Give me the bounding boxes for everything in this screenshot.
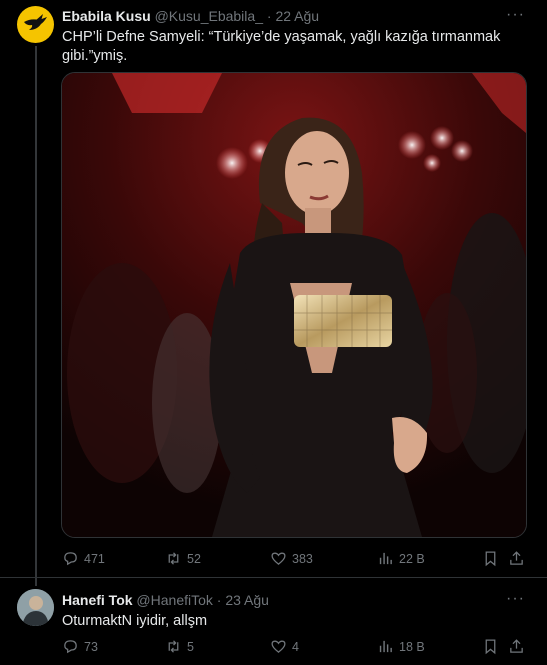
bookmark-icon	[485, 551, 496, 567]
more-icon[interactable]: ···	[506, 6, 525, 24]
more-icon[interactable]: ···	[506, 590, 525, 608]
tweet-text-line: gibi.”ymiş.	[62, 48, 128, 64]
like-count: 4	[292, 639, 299, 654]
retweet-icon	[168, 640, 179, 653]
bookmark-icon	[485, 639, 496, 655]
reply-icon	[64, 640, 77, 654]
like-icon	[271, 552, 286, 565]
tweet-header: Ebabila Kusu @Kusu_Ebabila_ · 22 Ağu	[62, 8, 319, 24]
share-button[interactable]	[508, 638, 525, 655]
thread-line	[35, 46, 37, 586]
tweet-actions: 471 52 383 22 B	[62, 550, 524, 570]
tweet-text: CHP’li Defne Samyeli: “Türkiye’de yaşama…	[62, 28, 502, 66]
views-icon	[379, 640, 392, 653]
share-icon	[510, 551, 523, 565]
views-button[interactable]: 22 B	[377, 550, 425, 567]
separator-dot: ·	[266, 8, 272, 24]
photo-woman-black-dress	[62, 73, 526, 537]
like-button[interactable]: 4	[270, 638, 299, 655]
reply-icon	[64, 552, 77, 566]
tweet-photo[interactable]	[61, 72, 527, 538]
author-handle[interactable]: @Kusu_Ebabila_	[155, 8, 263, 24]
share-button[interactable]	[508, 550, 525, 567]
tweet-date[interactable]: 22 Ağu	[275, 8, 319, 24]
retweet-count: 52	[187, 551, 201, 566]
reply-button[interactable]: 471	[62, 550, 105, 567]
share-icon	[510, 639, 523, 653]
retweet-count: 5	[187, 639, 194, 654]
reply-count: 471	[84, 551, 105, 566]
tweet[interactable]: Hanefi Tok @HanefiTok · 23 Ağu ··· Oturm…	[0, 578, 547, 665]
views-count: 18 B	[399, 639, 425, 654]
bookmark-button[interactable]	[482, 638, 499, 655]
retweet-button[interactable]: 52	[165, 550, 201, 567]
author-name[interactable]: Hanefi Tok	[62, 592, 133, 608]
like-button[interactable]: 383	[270, 550, 313, 567]
tweet-header: Hanefi Tok @HanefiTok · 23 Ağu	[62, 592, 269, 608]
bookmark-button[interactable]	[482, 550, 499, 567]
avatar[interactable]	[17, 6, 54, 43]
avatar[interactable]	[17, 589, 54, 626]
like-count: 383	[292, 551, 313, 566]
tweet-text-line: CHP’li Defne Samyeli: “Türkiye’de yaşama…	[62, 29, 501, 45]
views-button[interactable]: 18 B	[377, 638, 425, 655]
reply-button[interactable]: 73	[62, 638, 98, 655]
tweet-actions: 73 5 4 18 B	[62, 638, 524, 658]
separator-dot: ·	[216, 592, 222, 608]
like-icon	[271, 640, 286, 653]
reply-count: 73	[84, 639, 98, 654]
bird-logo-icon	[24, 14, 47, 30]
tweet-date[interactable]: 23 Ağu	[225, 592, 269, 608]
author-handle[interactable]: @HanefiTok	[136, 592, 212, 608]
views-icon	[379, 552, 392, 565]
tweet-text: OturmaktN iyidir, allşm	[62, 613, 208, 629]
user-photo-icon	[17, 589, 54, 626]
author-name[interactable]: Ebabila Kusu	[62, 8, 151, 24]
retweet-button[interactable]: 5	[165, 638, 194, 655]
tweet[interactable]: Ebabila Kusu @Kusu_Ebabila_ · 22 Ağu ···…	[0, 0, 547, 586]
views-count: 22 B	[399, 551, 425, 566]
retweet-icon	[168, 552, 179, 565]
